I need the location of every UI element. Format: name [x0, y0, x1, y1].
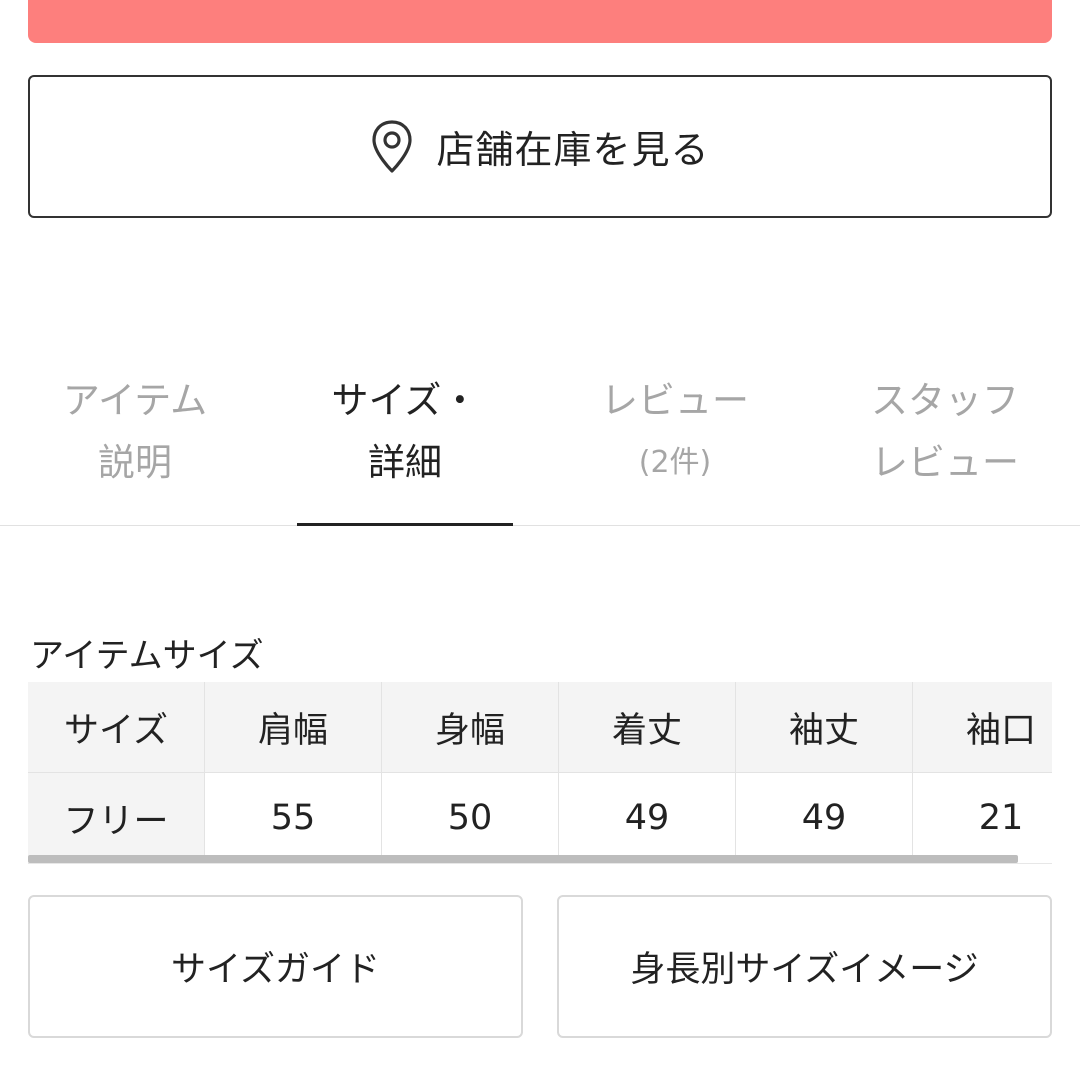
size-table: サイズ 肩幅 身幅 着丈 袖丈 袖口 フリー 55 50 49 49 21: [28, 682, 1052, 864]
map-pin-icon: [370, 119, 414, 175]
table-header-cell: 袖口: [912, 682, 1052, 773]
table-header-cell: 着丈: [558, 682, 736, 773]
table-header-cell: 袖丈: [735, 682, 913, 773]
tab-label: スタッフ: [871, 379, 1019, 422]
tab-item-description[interactable]: アイテム 説明: [0, 370, 270, 526]
table-cell: 55: [204, 772, 382, 864]
table-row: フリー 55 50 49 49 21: [28, 772, 1052, 864]
height-size-image-button[interactable]: 身長別サイズイメージ: [557, 895, 1052, 1038]
tabs-divider: [0, 525, 1080, 526]
table-header-cell: 肩幅: [204, 682, 382, 773]
table-header-row: サイズ 肩幅 身幅 着丈 袖丈 袖口: [28, 682, 1052, 773]
size-guide-button[interactable]: サイズガイド: [28, 895, 523, 1038]
store-stock-button[interactable]: 店舗在庫を見る: [28, 75, 1052, 218]
tab-reviews[interactable]: レビュー (2件): [540, 370, 810, 526]
tab-staff-reviews[interactable]: スタッフ レビュー: [810, 370, 1080, 526]
add-to-cart-button[interactable]: [28, 0, 1052, 43]
table-bottom-border: [28, 863, 1052, 864]
tab-label: レビュー: [871, 441, 1019, 484]
product-tabs: アイテム 説明 サイズ・ 詳細 レビュー (2件) スタッフ レビュー: [0, 370, 1080, 526]
tab-label: アイテム: [62, 379, 208, 422]
tab-size-details[interactable]: サイズ・ 詳細: [270, 370, 540, 526]
table-header-cell: 身幅: [381, 682, 559, 773]
table-header-cell: サイズ: [28, 682, 205, 773]
table-cell: 49: [735, 772, 913, 864]
table-row-header: フリー: [28, 772, 205, 864]
size-table-container[interactable]: サイズ 肩幅 身幅 着丈 袖丈 袖口 フリー 55 50 49 49 21: [28, 682, 1052, 864]
tab-label: サイズ・: [331, 379, 479, 422]
tab-label: レビュー: [601, 379, 749, 422]
active-tab-indicator: [297, 523, 513, 526]
table-scrollbar[interactable]: [28, 855, 1018, 863]
tab-review-count: (2件): [638, 445, 712, 480]
table-cell: 50: [381, 772, 559, 864]
tab-label: 詳細: [368, 441, 442, 484]
table-cell: 49: [558, 772, 736, 864]
store-stock-label: 店舗在庫を見る: [436, 128, 710, 172]
size-section-title: アイテムサイズ: [30, 636, 264, 676]
tab-label: 説明: [98, 441, 172, 484]
table-cell: 21: [912, 772, 1052, 864]
